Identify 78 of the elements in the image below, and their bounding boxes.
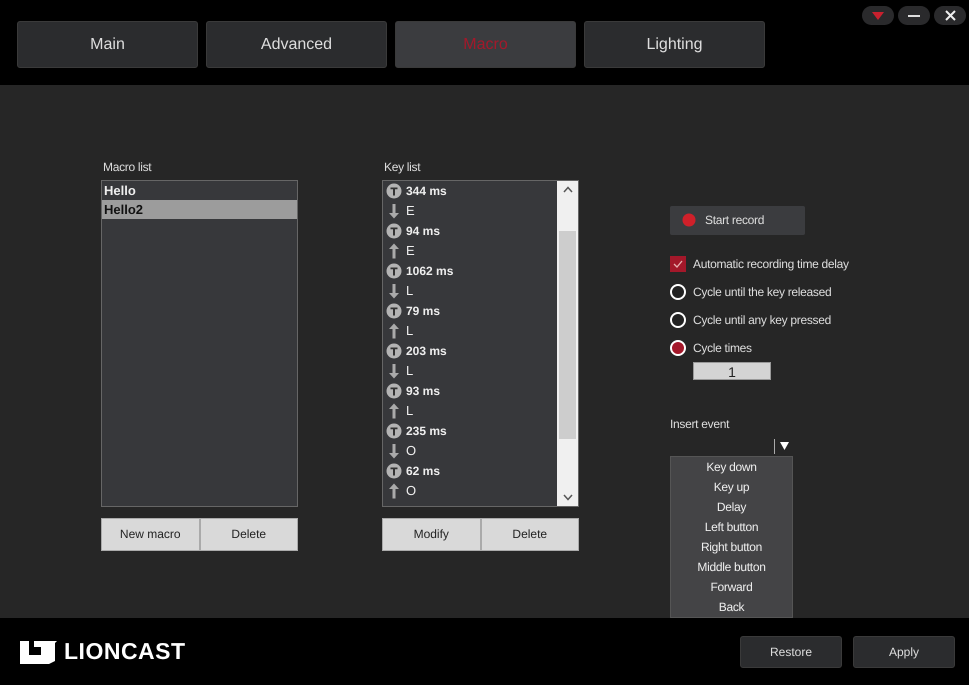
key-entry[interactable]: E [406,243,415,258]
menu-item[interactable]: Key down [671,456,792,477]
option-label: Cycle times [693,340,752,355]
down-arrow-icon [386,202,402,219]
key-entry[interactable]: L [406,323,414,338]
option-label: Cycle until any key pressed [693,312,831,327]
timer-icon [386,382,402,399]
cycle-times-field[interactable]: 1 [693,362,771,380]
up-arrow-icon [386,402,402,419]
list-button[interactable]: Delete [480,518,579,551]
start-record-button[interactable]: Start record [670,206,805,235]
delay-entry[interactable]: 62 ms [406,464,440,478]
delay-entry[interactable]: 235 ms [406,424,447,438]
timer-icon [386,302,402,319]
timer-icon [386,462,402,479]
menu-item[interactable]: Key up [671,476,792,497]
tab[interactable]: Lighting [584,21,765,68]
tab[interactable]: Main [17,21,198,68]
minimize-icon [908,14,920,18]
option-label: Cycle until the key released [693,284,832,299]
delay-entry[interactable]: 94 ms [406,224,440,238]
delay-entry[interactable]: 93 ms [406,384,440,398]
timer-icon [386,422,402,439]
macro-item[interactable]: Hello [102,180,297,200]
key-entry[interactable]: O [406,483,416,498]
macro-item[interactable]: Hello2 [102,200,297,219]
timer-icon [386,262,402,279]
menu-item[interactable]: Delay [671,496,792,517]
radio-button[interactable] [670,284,686,300]
delay-entry[interactable]: 344 ms [406,184,447,198]
close-icon [944,10,956,21]
record-dot-icon [682,213,696,228]
option-label: Automatic recording time delay [693,256,849,271]
down-arrow-icon [386,442,402,459]
radio-button[interactable] [670,340,686,356]
key-entry[interactable]: L [406,363,414,378]
timer-icon [386,222,402,239]
checkbox[interactable] [670,256,686,272]
scrollbar-thumb[interactable] [559,230,576,439]
logo-icon [20,638,58,664]
list-button[interactable]: Delete [200,518,298,551]
delay-entry[interactable]: 203 ms [406,344,447,358]
triangle-icon [871,10,885,20]
key-entry[interactable]: L [406,283,414,298]
timer-icon [386,342,402,359]
menu-item[interactable]: Forward [671,576,792,597]
menu-item[interactable]: Left button [671,516,792,537]
scrollbar[interactable] [557,180,578,506]
key-entry[interactable]: E [406,203,415,218]
list-button[interactable]: Modify [382,518,480,551]
up-arrow-icon [386,242,402,259]
chevron-down-icon [562,494,572,501]
key-list-label: Key list [383,160,422,174]
up-arrow-icon [386,322,402,339]
radio-button[interactable] [670,312,686,328]
footer-button[interactable]: Apply [853,636,955,668]
insert-event-label: Insert event [670,416,730,431]
macro-list-label: Macro list [102,160,152,174]
key-entry[interactable]: O [406,443,416,458]
key-entry[interactable]: L [406,403,414,418]
menu-button[interactable] [862,6,894,25]
down-arrow-icon [386,362,402,379]
delay-entry[interactable]: 79 ms [406,304,440,318]
menu-item[interactable]: Middle button [671,556,792,577]
timer-icon [386,182,402,199]
up-arrow-icon [386,482,402,499]
menu-item[interactable]: Back [671,596,792,617]
menu-item[interactable]: Right button [671,536,792,557]
list-button[interactable]: New macro [101,518,200,551]
chevron-up-icon [562,186,572,193]
footer-button[interactable]: Restore [740,636,842,668]
delay-entry[interactable]: 1062 ms [406,264,454,278]
close-button[interactable] [934,6,966,25]
logo-text: LIONCAST [64,638,186,665]
dropdown-arrow-icon [780,442,789,450]
minimize-button[interactable] [898,6,930,25]
tab[interactable]: Advanced [206,21,387,68]
down-arrow-icon [386,282,402,299]
